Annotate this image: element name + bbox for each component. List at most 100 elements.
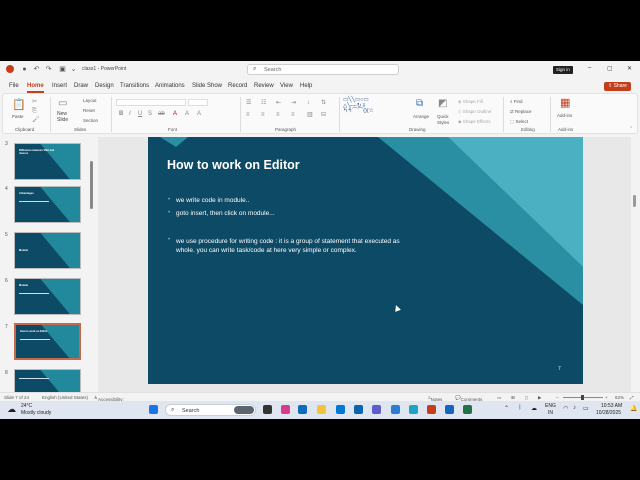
slide-thumbnail-5[interactable]: Module: [14, 232, 81, 269]
text-direction-icon[interactable]: ⇅: [321, 100, 326, 106]
font-family-select[interactable]: [116, 99, 186, 106]
font-size-select[interactable]: [188, 99, 208, 106]
tab-slide-show[interactable]: Slide Show: [192, 83, 222, 89]
clear-format-icon[interactable]: A: [197, 111, 201, 117]
tab-file[interactable]: File: [9, 83, 19, 89]
wifi-icon[interactable]: ◠: [563, 405, 568, 412]
numbering-icon[interactable]: ☷: [261, 100, 266, 106]
app-icon-2[interactable]: [409, 405, 418, 414]
canvas-scrollbar-thumb[interactable]: [633, 195, 636, 207]
increase-indent-icon[interactable]: ⇥: [291, 100, 296, 106]
tab-view[interactable]: View: [280, 83, 293, 89]
windows-start-icon[interactable]: [149, 405, 158, 414]
bullets-icon[interactable]: ☰: [246, 100, 251, 106]
powerpoint-taskbar-icon[interactable]: [427, 405, 436, 414]
tab-record[interactable]: Record: [228, 83, 247, 89]
layout-button[interactable]: Layout: [83, 98, 97, 103]
search-box[interactable]: ⌕ Search: [247, 64, 399, 75]
slide-thumbnail-6[interactable]: Module: [14, 278, 81, 315]
bold-icon[interactable]: B: [119, 111, 123, 117]
tray-icon[interactable]: ☁: [531, 405, 537, 412]
task-view-icon[interactable]: [263, 405, 272, 414]
battery-icon[interactable]: ▭: [583, 405, 589, 412]
shape-effects-button[interactable]: ◆ Shape Effects: [458, 119, 491, 125]
present-icon[interactable]: ▣: [58, 65, 67, 74]
shadow-icon[interactable]: S: [148, 111, 152, 117]
replace-button[interactable]: ⇄ Replace: [510, 109, 532, 115]
canvas-scrollbar[interactable]: [632, 137, 638, 405]
teams-icon[interactable]: [372, 405, 381, 414]
section-button[interactable]: Section: [83, 118, 98, 123]
thumbnail-scrollbar-thumb[interactable]: [90, 161, 93, 209]
tab-insert[interactable]: Insert: [52, 83, 67, 89]
slide-title[interactable]: How to work on Editor: [167, 158, 300, 172]
outlook-icon[interactable]: [354, 405, 363, 414]
fit-slide-icon[interactable]: ⤢: [630, 395, 634, 400]
tab-draw[interactable]: Draw: [74, 83, 88, 89]
tab-help[interactable]: Help: [300, 83, 312, 89]
weather-icon[interactable]: ☁: [7, 404, 16, 415]
sign-in-button[interactable]: Sign in: [553, 66, 573, 74]
justify-icon[interactable]: ≡: [291, 112, 295, 118]
restore-button[interactable]: ▢: [607, 65, 613, 72]
autosave-icon[interactable]: ●: [20, 65, 29, 74]
file-explorer-icon[interactable]: [317, 405, 326, 414]
addins-icon[interactable]: ▦: [560, 98, 570, 109]
align-text-icon[interactable]: ⊟: [321, 112, 326, 118]
volume-icon[interactable]: ♪: [573, 405, 576, 411]
select-button[interactable]: ⬚ Select: [510, 119, 528, 125]
underline-icon[interactable]: U: [138, 111, 142, 117]
font-color-icon[interactable]: A: [173, 111, 177, 117]
app-icon-3[interactable]: [445, 405, 454, 414]
cut-icon[interactable]: ✂: [32, 99, 37, 105]
align-left-icon[interactable]: ≡: [246, 112, 250, 118]
shapes-gallery-icon[interactable]: ▭╲╲▭○▭ △╲⌐⌐↻⇩ ↰↰⌒⌒(){☆: [343, 97, 374, 115]
zoom-out-icon[interactable]: –: [556, 395, 559, 400]
align-right-icon[interactable]: ≡: [276, 112, 280, 118]
slide-thumbnail-4[interactable]: Advantages: [14, 186, 81, 223]
edge-icon[interactable]: [298, 405, 307, 414]
bluetooth-icon[interactable]: ᛒ: [518, 405, 522, 411]
clock-date[interactable]: 10/28/2025: [596, 410, 621, 416]
slide-thumbnail-3[interactable]: Difference between VBA and macros: [14, 143, 81, 180]
reset-button[interactable]: Reset: [83, 108, 95, 113]
new-slide-icon[interactable]: ▭: [58, 99, 67, 109]
tab-review[interactable]: Review: [254, 83, 274, 89]
decrease-indent-icon[interactable]: ⇤: [276, 100, 281, 106]
customize-toolbar-icon[interactable]: ⌄: [69, 65, 78, 74]
strikethrough-icon[interactable]: ab: [158, 111, 165, 117]
collapse-ribbon-icon[interactable]: ⌃: [629, 127, 633, 132]
zoom-level[interactable]: 62%: [615, 395, 624, 400]
paste-icon[interactable]: 📋: [12, 100, 26, 111]
show-hidden-icons[interactable]: ⌃: [504, 405, 509, 412]
redo-icon[interactable]: ↷: [44, 65, 53, 74]
columns-icon[interactable]: ▥: [307, 112, 313, 118]
quick-styles-icon[interactable]: ◩: [438, 99, 447, 109]
copy-icon[interactable]: ⎘: [32, 108, 37, 114]
tab-animations[interactable]: Animations: [155, 83, 185, 89]
find-button[interactable]: ⌕ Find: [510, 99, 523, 104]
italic-icon[interactable]: I: [129, 111, 131, 117]
notes-button[interactable]: ≡ Notes: [428, 395, 442, 402]
tab-home[interactable]: Home: [27, 83, 44, 89]
clock-time[interactable]: 10:53 AM: [601, 403, 622, 409]
tab-transitions[interactable]: Transitions: [120, 83, 149, 89]
zoom-slider-thumb[interactable]: [581, 395, 584, 400]
store-icon[interactable]: [336, 405, 345, 414]
align-center-icon[interactable]: ≡: [261, 112, 265, 118]
shape-outline-button[interactable]: ◇ Shape Outline: [458, 109, 491, 115]
notifications-icon[interactable]: 🔔: [630, 405, 637, 412]
language-label[interactable]: ENG: [545, 403, 556, 409]
app-icon[interactable]: [391, 405, 400, 414]
share-button[interactable]: ⇪ Share: [604, 82, 631, 91]
line-spacing-icon[interactable]: ↕: [307, 100, 310, 106]
arrange-icon[interactable]: ⧉: [416, 99, 423, 109]
minimize-button[interactable]: –: [588, 65, 591, 71]
highlight-icon[interactable]: A: [185, 111, 189, 117]
format-painter-icon[interactable]: 🖌: [32, 117, 40, 123]
current-slide[interactable]: How to work on Editor • we write code in…: [148, 137, 583, 384]
zoom-in-icon[interactable]: +: [605, 395, 608, 400]
close-button[interactable]: ✕: [627, 65, 632, 72]
slide-thumbnail-7[interactable]: How to work on Editor: [14, 323, 81, 360]
undo-icon[interactable]: ↶: [32, 65, 41, 74]
